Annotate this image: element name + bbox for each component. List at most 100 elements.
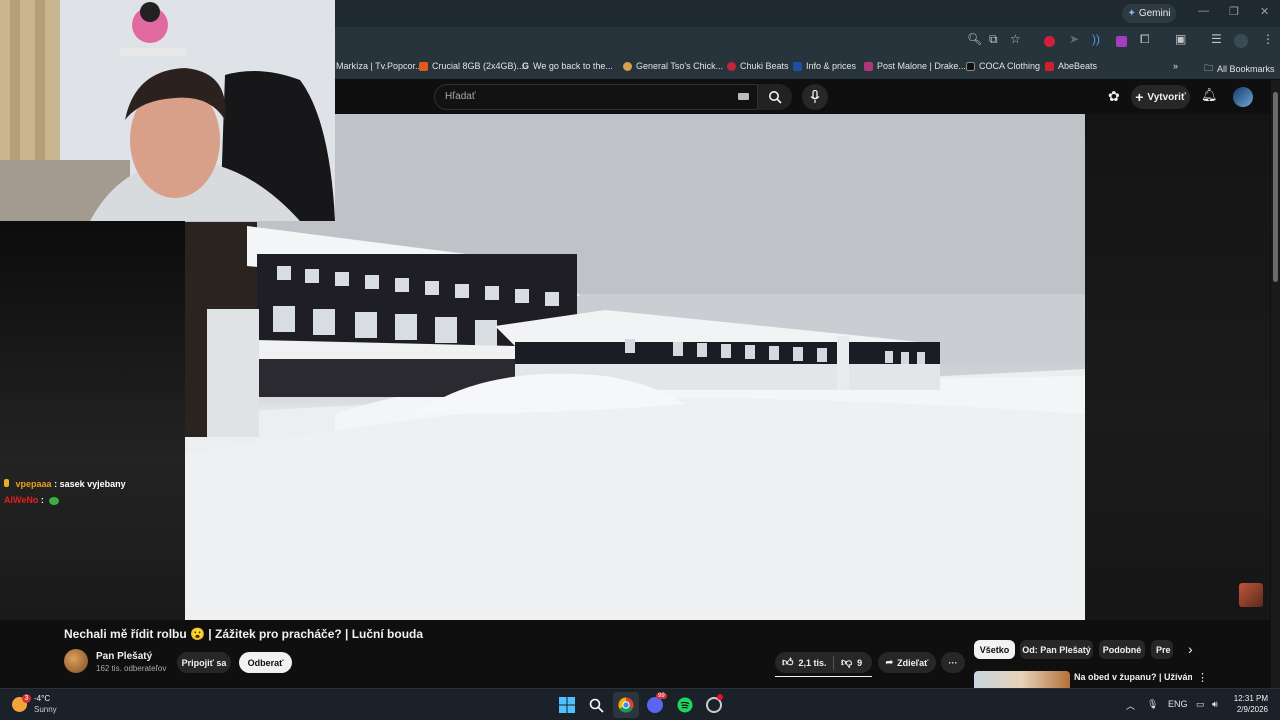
chip-label: Od: Pan Plešatý xyxy=(1022,644,1091,655)
recommendation-title[interactable]: Na obed v županu? | Užívám si xyxy=(1074,672,1192,682)
profile-avatar[interactable] xyxy=(1234,34,1248,48)
settings-gear-icon[interactable]: ✿ xyxy=(1108,88,1120,105)
bookmark-label: AbeBeats xyxy=(1058,61,1098,71)
notifications-bell-icon[interactable]: 🔔︎ xyxy=(1201,87,1218,103)
recommendation-thumbnail[interactable] xyxy=(974,671,1070,688)
bookmark-star-icon[interactable]: ☆ xyxy=(1010,32,1021,46)
weather-widget[interactable]: 3 -4°C Sunny xyxy=(12,694,72,716)
search-input[interactable]: Hľadať xyxy=(434,84,758,110)
chip-for-you[interactable]: Pre xyxy=(1151,640,1173,659)
search-button[interactable] xyxy=(758,84,792,110)
subscribe-button[interactable]: Odberať xyxy=(239,652,292,673)
more-actions-button[interactable]: ··· xyxy=(941,652,965,673)
bookmark-label: COCA Clothing xyxy=(979,61,1041,71)
weather-temp: -4°C xyxy=(34,694,51,703)
floating-avatar[interactable] xyxy=(1239,583,1263,607)
extensions-puzzle-icon[interactable]: ⧠ xyxy=(1140,32,1150,47)
channel-avatar[interactable] xyxy=(64,649,88,673)
like-button[interactable]: 👍︎ 2,1 tis. xyxy=(775,656,833,669)
taskbar-search-button[interactable] xyxy=(587,696,605,714)
bookmark-item[interactable]: Info & prices xyxy=(793,61,856,71)
chip-related[interactable]: Podobné xyxy=(1099,640,1145,659)
windows-taskbar: 3 -4°C Sunny 99 ︿ 🎙︎ ENG ▭ 🔊︎ 12:31 PM 2… xyxy=(0,688,1280,720)
chips-next-button[interactable]: › xyxy=(1188,641,1193,657)
bookmark-favicon xyxy=(727,61,736,71)
plus-icon: + xyxy=(1135,89,1144,105)
extension-arrow-icon[interactable]: ➤ xyxy=(1069,32,1079,46)
thumbs-up-icon: 👍︎ xyxy=(782,657,794,669)
tray-network-icon[interactable]: ▭ xyxy=(1196,699,1205,710)
bookmark-item[interactable]: AbeBeats xyxy=(1045,61,1097,71)
thumbs-down-icon: 👎︎ xyxy=(841,657,853,669)
reading-list-icon[interactable]: ☰ xyxy=(1211,32,1222,46)
close-icon[interactable]: ✕ xyxy=(1260,5,1269,18)
page-scrollbar[interactable] xyxy=(1271,80,1280,688)
chat-text: sasek vyjebany xyxy=(59,479,126,489)
clock-date: 2/9/2026 xyxy=(1236,705,1268,714)
bookmark-item[interactable]: Markíza | Tv.Popcor... xyxy=(336,61,423,71)
bookmark-favicon xyxy=(1045,61,1054,71)
dislike-count: 9 xyxy=(857,657,863,668)
tray-overflow-icon[interactable]: ︿ xyxy=(1126,699,1135,712)
chat-username: vpepaaa xyxy=(15,479,52,489)
bookmark-item[interactable]: Post Malone | Drake... xyxy=(864,61,966,71)
clock[interactable]: 12:31 PM 2/9/2026 xyxy=(1230,693,1268,715)
install-icon[interactable]: ⧉ xyxy=(989,32,998,47)
dislike-button[interactable]: 👎︎ 9 xyxy=(834,656,862,669)
subscriber-count: 162 tis. odberateľov xyxy=(96,664,167,673)
chat-separator: : xyxy=(54,479,58,489)
bookmark-item[interactable]: Crucial 8GB (2x4GB)... xyxy=(419,61,524,71)
bookmarks-overflow-button[interactable]: » xyxy=(1173,61,1178,71)
create-label: Vytvoriť xyxy=(1147,91,1186,103)
chip-from-channel[interactable]: Od: Pan Plešatý xyxy=(1020,640,1093,659)
restore-icon[interactable]: ❐ xyxy=(1229,5,1239,18)
badge-icon xyxy=(4,479,9,487)
taskbar-spotify-button[interactable] xyxy=(676,696,694,714)
voice-search-button[interactable] xyxy=(802,84,828,110)
start-button[interactable] xyxy=(558,696,576,714)
create-button[interactable]: + Vytvoriť xyxy=(1131,85,1190,109)
bookmark-item[interactable]: COCA Clothing xyxy=(966,61,1040,71)
account-avatar[interactable] xyxy=(1233,87,1253,107)
taskbar-discord-button[interactable]: 99 xyxy=(646,693,667,714)
zoom-icon[interactable]: 🔍︎ xyxy=(967,32,982,46)
share-button[interactable]: ➦ Zdieľať xyxy=(878,652,936,673)
keyboard-icon[interactable] xyxy=(738,93,749,100)
weather-alert-badge: 3 xyxy=(22,694,31,703)
join-button[interactable]: Pripojiť sa xyxy=(177,652,231,673)
chip-all[interactable]: Všetko xyxy=(974,640,1015,659)
chrome-icon xyxy=(618,697,634,713)
taskbar-chrome-button[interactable] xyxy=(613,692,639,718)
bookmark-label: Info & prices xyxy=(806,61,857,71)
extension-wave-icon[interactable]: )) xyxy=(1092,32,1100,46)
tray-mic-icon[interactable]: 🎙︎ xyxy=(1147,699,1158,710)
spotify-icon xyxy=(677,697,693,713)
scrollbar-thumb[interactable] xyxy=(1273,92,1278,282)
bookmark-label: Crucial 8GB (2x4GB)... xyxy=(432,61,525,71)
microphone-icon xyxy=(810,90,820,103)
recommendation-menu-icon[interactable]: ⋮ xyxy=(1197,671,1208,684)
extension-red-icon[interactable] xyxy=(1044,36,1055,47)
share-icon: ➦ xyxy=(885,657,894,667)
tray-volume-icon[interactable]: 🔊︎ xyxy=(1212,699,1218,710)
bookmark-item[interactable]: G We go back to the... xyxy=(522,61,613,71)
bookmark-item[interactable]: Chuki Beats xyxy=(727,61,789,71)
bookmark-label: Markíza | Tv.Popcor... xyxy=(336,61,423,71)
bookmark-item[interactable]: General Tso's Chick... xyxy=(623,61,723,71)
subscribe-label: Odberať xyxy=(247,657,284,668)
minimize-icon[interactable]: — xyxy=(1198,5,1209,17)
kebab-menu-icon[interactable]: ⋮ xyxy=(1262,32,1274,46)
bookmark-favicon xyxy=(623,61,632,71)
chat-username: AIWeNo xyxy=(4,495,39,505)
webcam-image xyxy=(0,0,335,221)
channel-name[interactable]: Pan Plešatý xyxy=(96,651,152,662)
share-label: Zdieľať xyxy=(897,657,929,668)
taskbar-app-button[interactable] xyxy=(705,694,723,714)
join-label: Pripojiť sa xyxy=(181,657,227,668)
all-bookmarks-button[interactable]: 🗀 All Bookmarks xyxy=(1204,61,1275,77)
search-icon xyxy=(769,91,782,104)
extension-purple-icon[interactable] xyxy=(1116,36,1127,47)
language-indicator[interactable]: ENG xyxy=(1168,699,1188,709)
gemini-button[interactable]: ✦ Gemini xyxy=(1122,4,1176,23)
sidepanel-icon[interactable]: ▣ xyxy=(1175,32,1186,46)
